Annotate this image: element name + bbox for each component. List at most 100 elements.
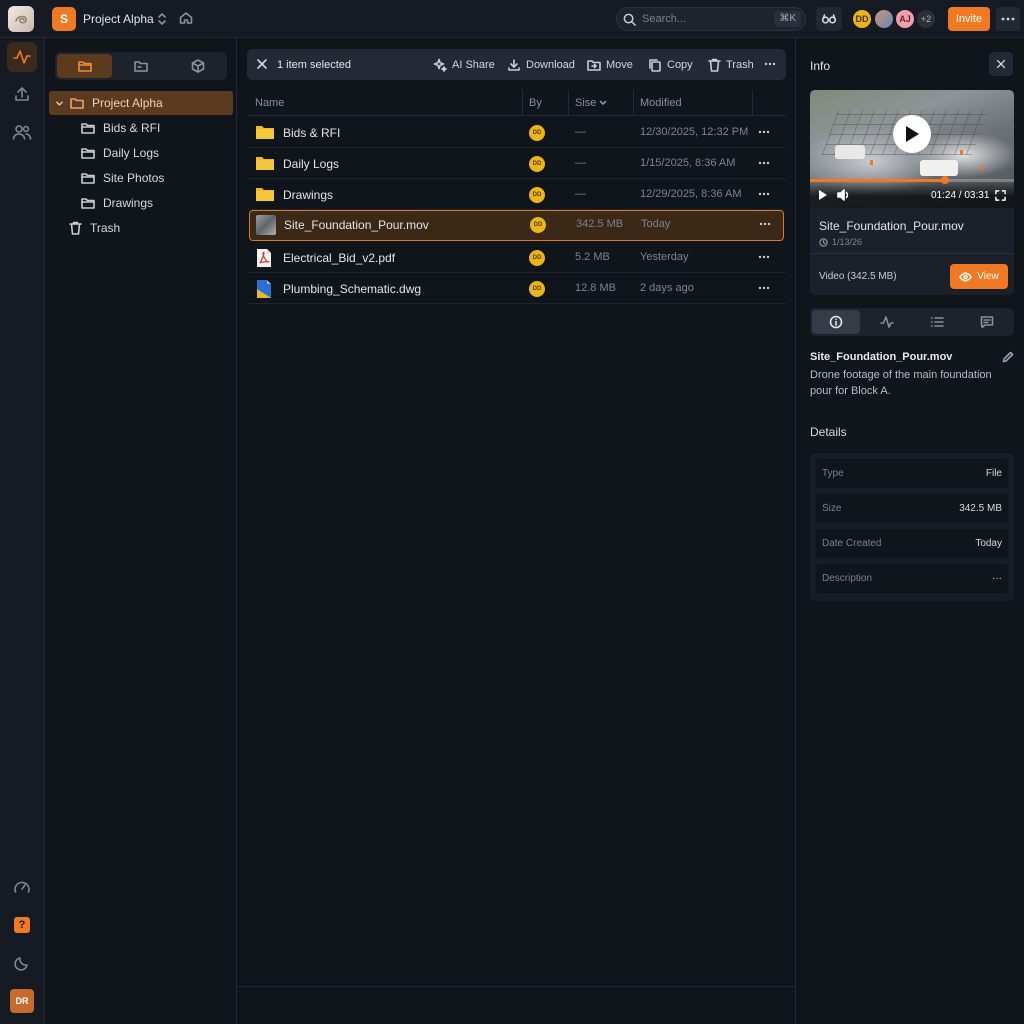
activity-icon[interactable] xyxy=(7,42,37,72)
tab-comments[interactable] xyxy=(963,310,1011,334)
move-button[interactable]: Move xyxy=(587,56,633,74)
folder-icon xyxy=(81,197,95,209)
file-row[interactable]: Bids & RFI DD — 12/30/2025, 12:32 PM xyxy=(247,117,786,148)
trash-button[interactable]: Trash xyxy=(708,56,754,74)
fullscreen-icon[interactable] xyxy=(995,190,1006,201)
glasses-icon[interactable] xyxy=(816,7,842,31)
owner-avatar: DD xyxy=(530,217,546,233)
file-list-header: Name By Sise Modified xyxy=(247,90,786,116)
column-header-modified[interactable]: Modified xyxy=(640,97,682,109)
more-icon[interactable] xyxy=(758,250,770,264)
people-icon[interactable] xyxy=(7,117,37,147)
file-row[interactable]: Plumbing_Schematic.dwg DD 12.8 MB 2 days… xyxy=(247,273,786,304)
description-file-name: Site_Foundation_Pour.mov xyxy=(810,351,953,363)
volume-icon[interactable] xyxy=(837,189,851,201)
more-icon[interactable] xyxy=(758,125,770,139)
footer-divider xyxy=(237,986,796,987)
cube-icon[interactable] xyxy=(170,54,225,78)
ai-share-button[interactable]: AI Share xyxy=(433,56,495,74)
tree-item-project-alpha[interactable]: Project Alpha xyxy=(49,91,233,115)
speedometer-icon[interactable] xyxy=(7,872,37,902)
move-label: Move xyxy=(606,59,633,71)
avatar[interactable]: AJ xyxy=(894,8,916,30)
file-row[interactable]: Drawings DD — 12/29/2025, 8:36 AM xyxy=(247,179,786,210)
download-button[interactable]: Download xyxy=(507,56,575,74)
column-header-name[interactable]: Name xyxy=(255,97,284,109)
app-logo[interactable] xyxy=(8,6,34,32)
eye-icon xyxy=(959,272,973,281)
close-icon[interactable] xyxy=(255,57,269,71)
more-icon[interactable] xyxy=(758,156,770,170)
close-icon[interactable] xyxy=(989,52,1013,76)
copy-label: Copy xyxy=(667,59,693,71)
video-frame-detail xyxy=(960,150,963,155)
video-scrubber[interactable] xyxy=(940,176,949,184)
file-row-selected[interactable]: Site_Foundation_Pour.mov DD 342.5 MB Tod… xyxy=(249,210,784,241)
chevron-updown-icon[interactable] xyxy=(155,11,169,27)
folder-icon xyxy=(255,154,275,172)
download-icon xyxy=(508,59,520,71)
more-icon[interactable] xyxy=(758,187,770,201)
chevron-down-icon[interactable] xyxy=(55,99,64,108)
home-icon[interactable] xyxy=(178,10,194,26)
column-header-by[interactable]: By xyxy=(529,97,542,109)
more-collaborators[interactable]: +2 xyxy=(915,8,937,30)
tree-item-site-photos[interactable]: Site Photos xyxy=(81,166,164,190)
preview-type: Video (342.5 MB) xyxy=(819,271,897,282)
tab-info[interactable] xyxy=(812,310,860,334)
avatar[interactable] xyxy=(873,8,895,30)
more-icon[interactable] xyxy=(758,281,770,295)
sparkle-icon xyxy=(433,58,447,72)
trash-icon xyxy=(69,221,82,235)
copy-button[interactable]: Copy xyxy=(648,56,693,74)
pencil-icon[interactable] xyxy=(1002,351,1014,363)
comment-icon xyxy=(980,316,994,329)
folder-open-icon[interactable] xyxy=(57,54,112,78)
info-title: Info xyxy=(810,59,831,73)
more-icon[interactable] xyxy=(759,217,771,231)
file-size: — xyxy=(575,126,586,138)
video-player[interactable]: 01:24 / 03:31 xyxy=(810,90,1014,208)
detail-row-description[interactable]: Description ··· xyxy=(816,564,1008,593)
file-modified: 12/29/2025, 8:36 AM xyxy=(640,188,742,200)
file-modified: 1/15/2025, 8:36 AM xyxy=(640,157,736,169)
play-icon[interactable] xyxy=(818,189,828,201)
invite-button[interactable]: Invite xyxy=(948,7,990,31)
trash-icon xyxy=(708,58,721,72)
project-badge[interactable]: S xyxy=(52,7,76,31)
file-modified: Yesterday xyxy=(640,251,689,263)
file-modified: 12/30/2025, 12:32 PM xyxy=(640,126,749,138)
tree-item-daily-logs[interactable]: Daily Logs xyxy=(81,141,159,165)
column-header-size[interactable]: Sise xyxy=(575,97,607,109)
tree-item-bids-rfi[interactable]: Bids & RFI xyxy=(81,116,160,140)
swirl-logo-icon xyxy=(15,15,27,24)
avatar[interactable]: DD xyxy=(851,8,873,30)
user-avatar[interactable]: DR xyxy=(10,989,34,1013)
search-input[interactable]: Search... ⌘K xyxy=(616,7,806,31)
view-button[interactable]: View xyxy=(950,264,1008,289)
more-icon[interactable] xyxy=(764,57,776,71)
folder-tree-panel: Project Alpha Bids & RFI Daily Logs Site… xyxy=(45,38,237,1024)
file-size: 342.5 MB xyxy=(576,218,624,230)
play-icon[interactable] xyxy=(893,115,931,153)
view-toggle xyxy=(55,52,227,80)
video-frame-detail xyxy=(835,145,865,159)
video-progress[interactable] xyxy=(810,176,1014,184)
file-row[interactable]: Electrical_Bid_v2.pdf DD 5.2 MB Yesterda… xyxy=(247,242,786,273)
tab-activity[interactable] xyxy=(863,310,911,334)
dwg-file-icon xyxy=(255,279,273,299)
more-icon[interactable] xyxy=(996,7,1020,31)
project-name[interactable]: Project Alpha xyxy=(83,12,154,26)
folder-icon xyxy=(81,147,95,159)
upload-icon[interactable] xyxy=(7,79,37,109)
moon-icon[interactable] xyxy=(7,948,37,978)
detail-key: Date Created xyxy=(822,538,882,549)
file-row[interactable]: Daily Logs DD — 1/15/2025, 8:36 AM xyxy=(247,148,786,179)
owner-avatar: DD xyxy=(529,125,545,141)
tab-list[interactable] xyxy=(913,310,961,334)
folder-icon[interactable] xyxy=(113,54,168,78)
help-icon[interactable]: ? xyxy=(7,910,37,940)
tree-item-drawings[interactable]: Drawings xyxy=(81,191,153,215)
file-description[interactable]: Drone footage of the main foundation pou… xyxy=(810,367,1005,399)
tree-item-trash[interactable]: Trash xyxy=(69,216,120,240)
